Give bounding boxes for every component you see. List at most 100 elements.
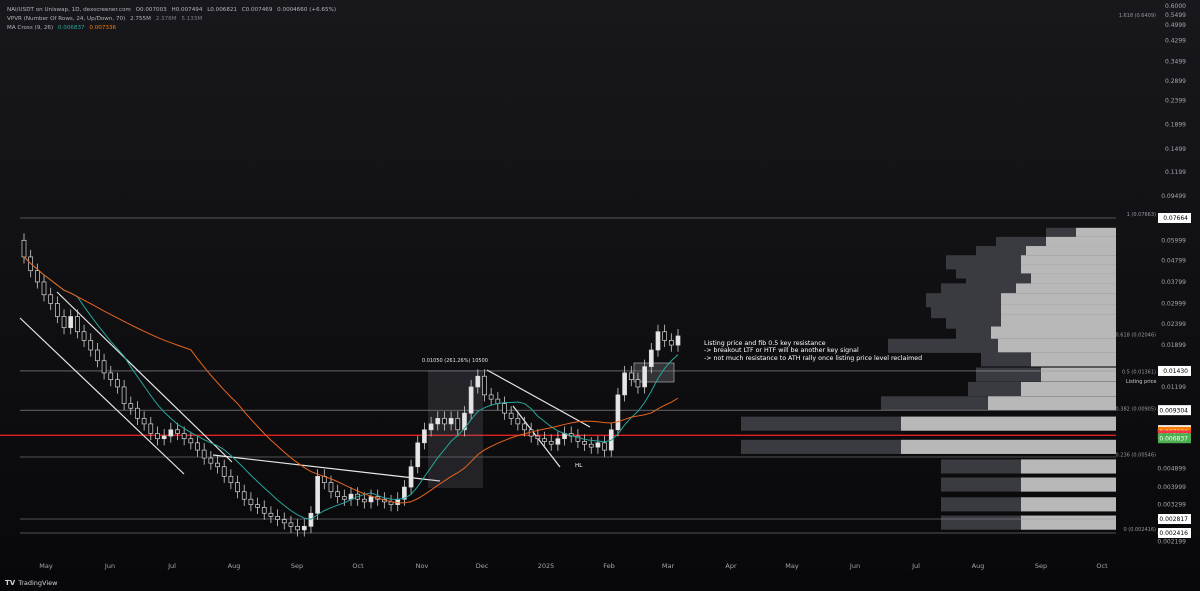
listing-price-label: Listing price [1126,379,1157,385]
candle-up [615,394,621,431]
vpvr-bar-up [1021,459,1116,474]
time-tick: Dec [476,562,489,570]
time-tick: Jul [911,562,920,570]
price-chart[interactable]: 1.618 (0.6409) 1 (0.07663) 0.618 (0.02046)… [0,0,1200,591]
candle-down [248,498,254,505]
time-tick: Aug [228,562,241,570]
price-tick: 0.5499 [1165,12,1186,19]
fib-level-label: 0.236 (0.00546) [1116,453,1157,459]
price-tick: 0.09499 [1161,193,1186,200]
ohlc-change: 0.0004660 (+6.65%) [277,7,337,13]
vpvr-bar-up [1021,515,1116,530]
ohlc-open: O0.007003 [135,7,167,13]
vpvr-header: VPVR (Number Of Rows, 24, Up/Down, 70) 2… [7,15,205,23]
tradingview-icon: TV [5,579,16,587]
candle-up [475,375,481,388]
vpvr-up: 2.755M [130,16,151,22]
ohlc-low: L0.006821 [207,7,237,13]
time-tick: 2025 [538,562,555,570]
fib-level-label: 1 (0.07663) [1127,212,1156,218]
ma-fast-value: 0.006837 [57,25,85,31]
candle-down [588,443,594,448]
candle-up [68,316,74,329]
price-tick: 0.02399 [1161,321,1186,328]
candle-down [181,433,187,440]
price-tick: 0.1499 [1165,146,1186,153]
price-tick: 0.01199 [1161,384,1186,391]
candle-down [235,482,240,493]
candle-down [255,504,260,508]
price-tick: 0.6000 [1165,3,1186,10]
candle-down [128,403,134,409]
candle-down [261,507,267,514]
vpvr-bar-up [1021,477,1116,492]
price-tick: 0.003999 [1157,484,1186,491]
vpvr-total: 5.133M [181,16,203,22]
candle-up [408,466,414,488]
vpvr-down: 2.378M [155,16,177,22]
candle-down [482,375,487,396]
vpvr-bar-up [1031,352,1116,367]
candle-down [141,418,147,425]
price-label-text: 0.002817 [1159,516,1188,523]
vpvr-bar-up [1021,497,1116,512]
candle-up [415,442,421,468]
candle-down [281,519,287,524]
candle-down [542,438,547,442]
candle-down [188,438,194,444]
candle-down [95,349,100,362]
price-label-text: 0.006837 [1159,435,1188,442]
fib-level-label: 0 (0.002416) [1123,527,1156,533]
candle-down [148,423,154,434]
vpvr-bar-up [1021,381,1116,397]
time-tick: May [785,562,799,570]
price-label-text: 0.07664 [1163,215,1188,222]
time-tick: Jul [167,562,176,570]
candle-up [301,525,307,531]
candle-down [442,418,447,425]
vpvr-bar-up [998,338,1116,353]
candle-down [535,435,541,440]
price-tick: 0.002199 [1157,539,1186,546]
candle-down [275,516,280,520]
candle-down [288,522,294,527]
candle-up [395,498,401,505]
candle-down [515,418,521,425]
price-tick: 0.1899 [1165,122,1186,129]
note-line-1: Listing price and fib 0.5 key resistance [704,340,826,347]
candle-down [268,512,274,517]
candle-down [328,482,334,493]
candle-down [635,379,641,388]
candle-down [48,294,54,304]
price-label-text: 0.009304 [1159,407,1188,414]
candle-up [161,435,167,440]
candle-down [488,394,494,400]
resistance-box [633,362,675,383]
time-tick: Jun [104,562,115,570]
candle-up [555,438,561,445]
candle-down [55,303,60,317]
candle-down [628,372,634,381]
candle-down [81,331,87,341]
price-tick: 0.2399 [1165,97,1186,104]
price-tick: 0.2899 [1165,78,1186,85]
time-tick: Oct [352,562,364,570]
candle-up [595,442,601,448]
candle-down [175,429,180,434]
tradingview-text: TradingView [18,579,58,587]
price-tick: 0.3499 [1165,59,1186,66]
vpvr-bar-up [991,326,1116,341]
candle-down [41,281,47,296]
symbol-line: NAI/USDT on Uniswap, 1D, dexscreener.com [7,7,131,13]
tradingview-logo[interactable]: TV TradingView [5,579,57,587]
candle-down [21,239,27,258]
price-tick: 0.1199 [1165,169,1186,176]
time-tick: Mar [662,562,675,570]
ma-label: MA Cross (9, 26) [7,25,54,31]
candle-down [522,423,527,431]
candle-up [422,429,427,444]
time-tick: Sep [291,562,303,570]
price-tick: 0.03799 [1161,279,1186,286]
candle-down [361,498,367,503]
candle-down [155,433,160,440]
